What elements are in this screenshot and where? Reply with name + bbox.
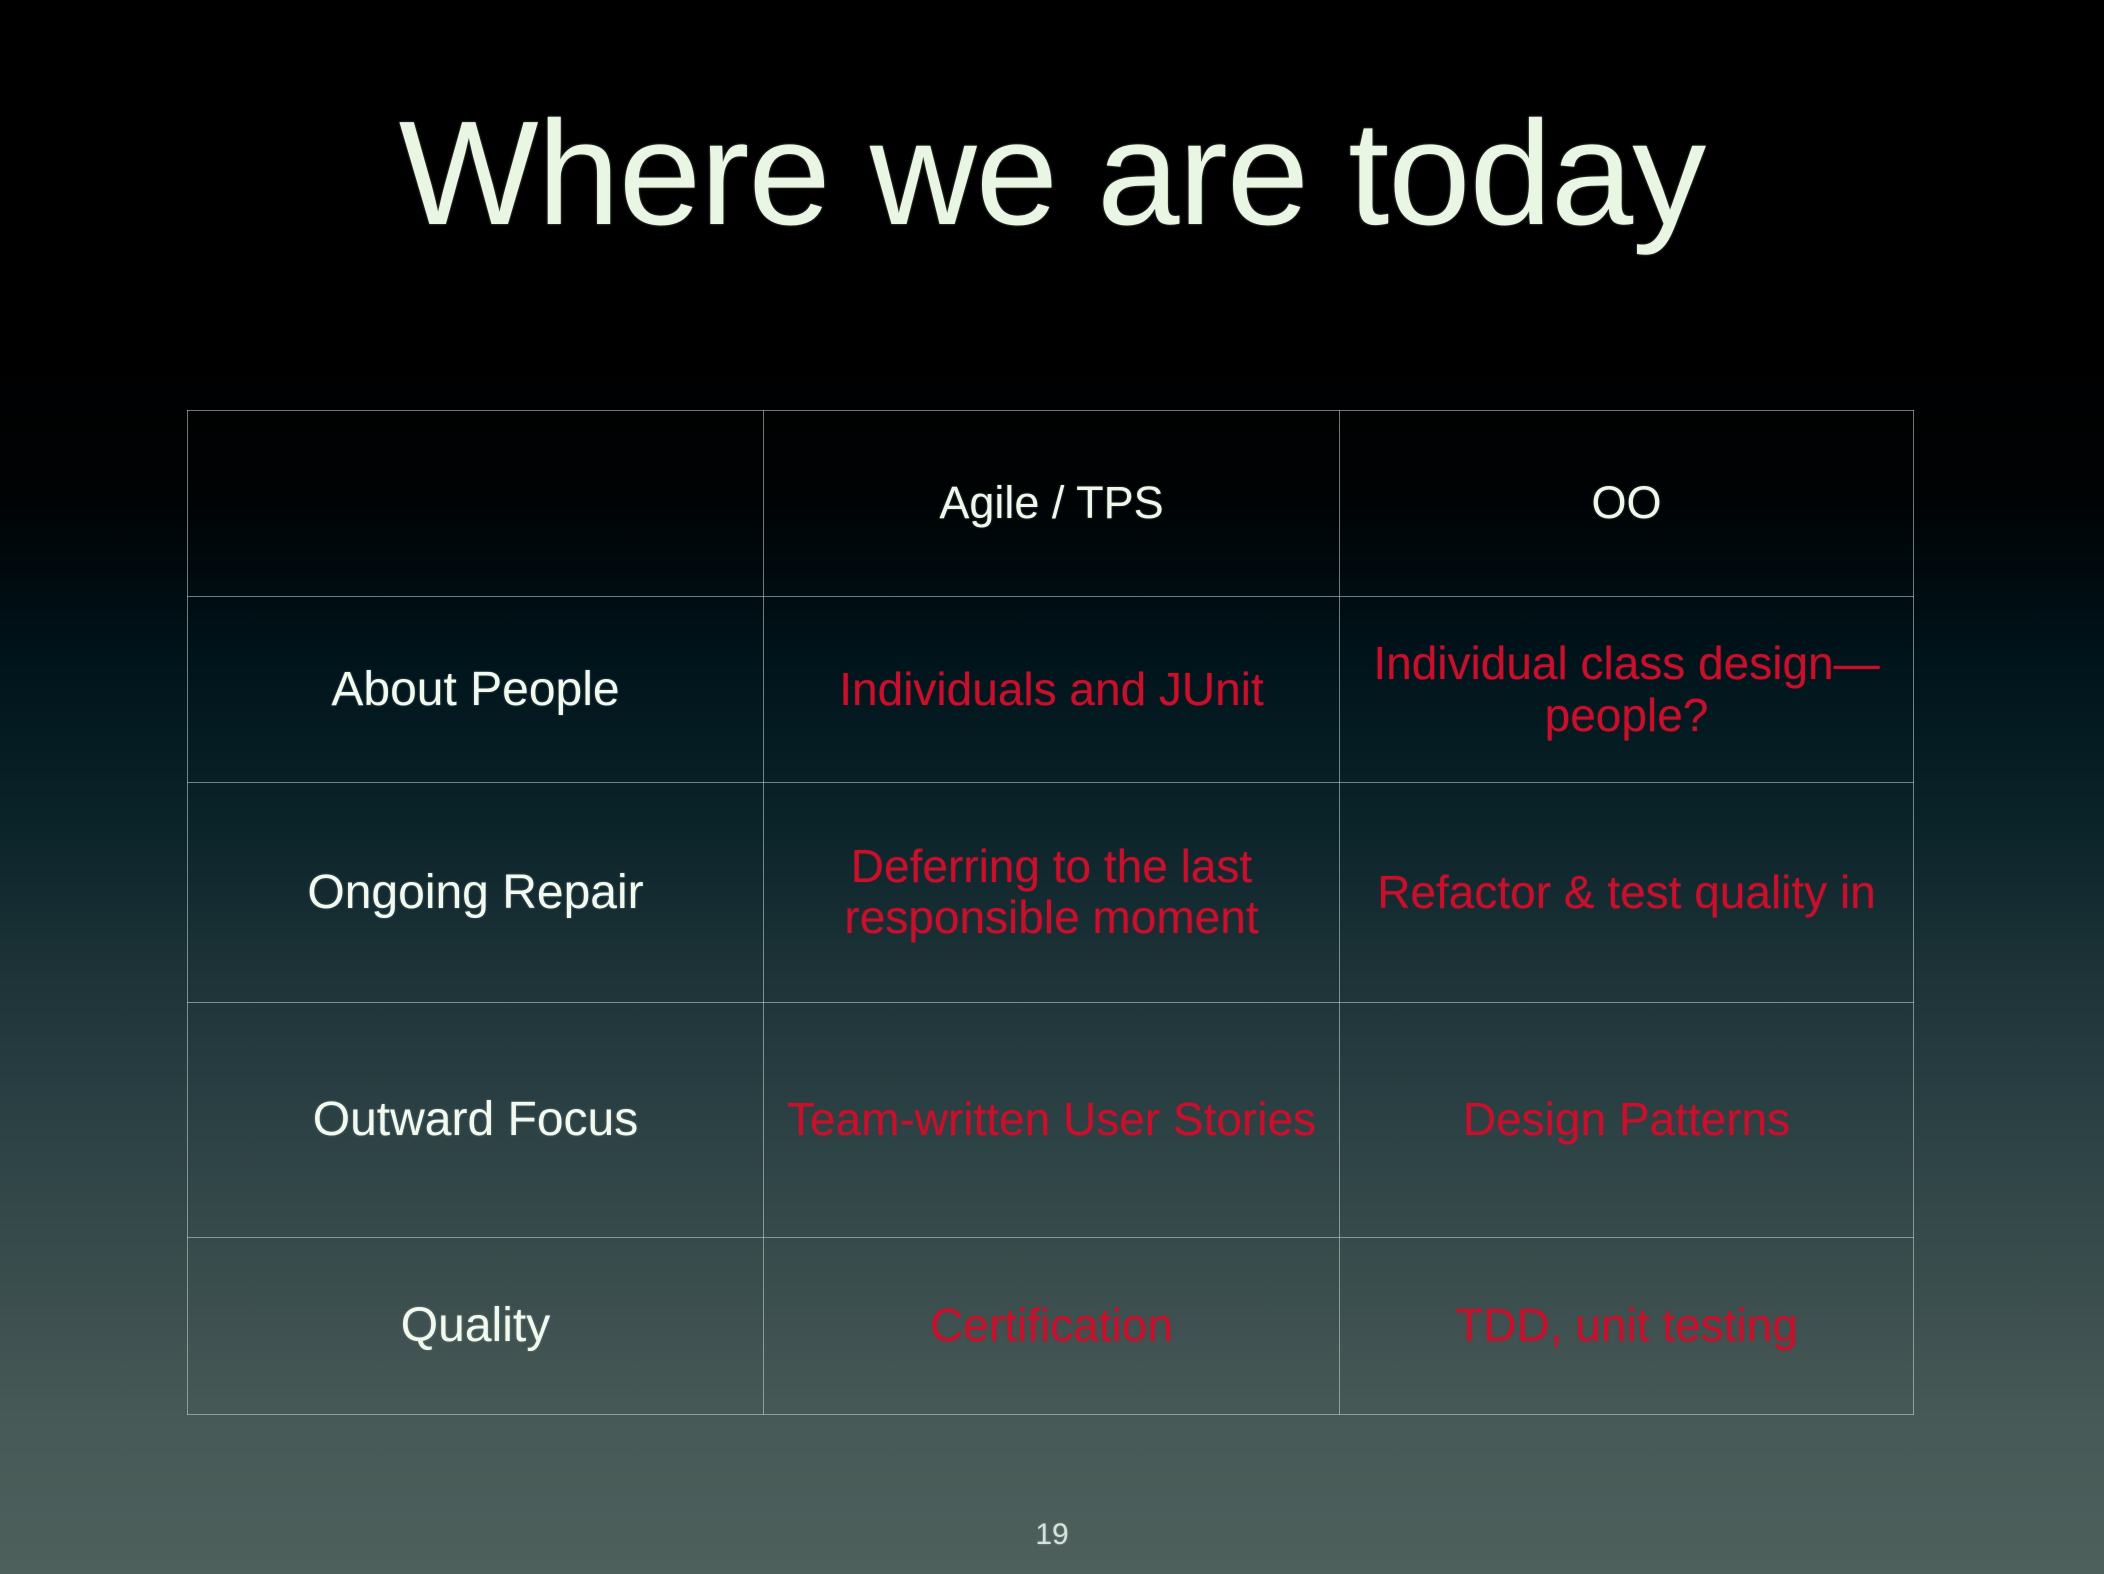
cell-ongoing-repair-oo: Refactor & test quality in <box>1339 782 1914 1003</box>
table-row: Ongoing Repair Deferring to the last res… <box>187 782 1914 1003</box>
cell-quality-oo: TDD, unit testing <box>1339 1236 1914 1416</box>
table-row: Quality Certification TDD, unit testing <box>187 1236 1914 1416</box>
comparison-table: Agile / TPS OO About People Individuals … <box>187 409 1914 1416</box>
row-label-outward-focus: Outward Focus <box>187 1001 764 1238</box>
column-header-oo: OO <box>1339 409 1914 598</box>
column-header-agile-tps: Agile / TPS <box>763 409 1340 598</box>
slide-title: Where we are today <box>398 91 1706 256</box>
presentation-slide: Where we are today Agile / TPS OO About … <box>0 0 2104 1574</box>
row-label-about-people: About People <box>187 596 764 784</box>
table-header-row: Agile / TPS OO <box>187 409 1914 598</box>
table-row: About People Individuals and JUnit Indiv… <box>187 596 1914 784</box>
table-corner-cell <box>187 409 764 598</box>
table-row: Outward Focus Team-written User Stories … <box>187 1001 1914 1238</box>
cell-outward-focus-agile: Team-written User Stories <box>763 1001 1340 1238</box>
row-label-ongoing-repair: Ongoing Repair <box>187 782 764 1003</box>
cell-about-people-oo: Individual class design—people? <box>1339 596 1914 784</box>
cell-quality-agile: Certification <box>763 1236 1340 1416</box>
row-label-quality: Quality <box>187 1236 764 1416</box>
slide-page-number: 19 <box>1035 1518 1069 1551</box>
cell-ongoing-repair-agile: Deferring to the last responsible moment <box>763 782 1340 1003</box>
cell-about-people-agile: Individuals and JUnit <box>763 596 1340 784</box>
cell-outward-focus-oo: Design Patterns <box>1339 1001 1914 1238</box>
